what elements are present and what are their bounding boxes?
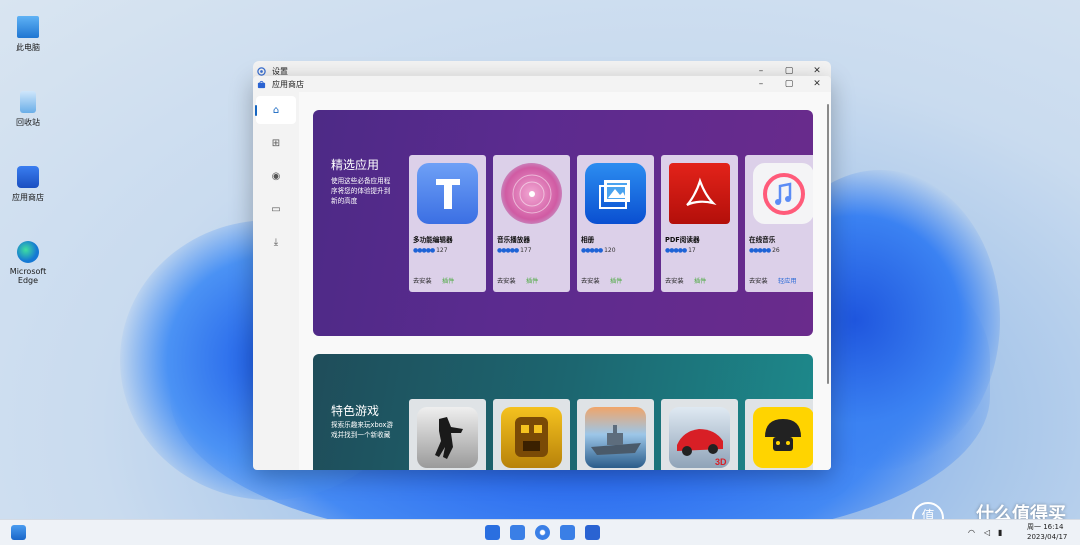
main-content[interactable]: 精选应用 使用这些必备应用程序将您的体验提升到新的高度 多功能编辑器 ●●●●●… <box>299 92 831 470</box>
app-type-tag: 插件 <box>694 278 707 285</box>
minimize-button[interactable]: – <box>747 79 775 89</box>
section-title: 特色游戏 <box>331 404 380 418</box>
app-rating: ●●●●● 26 <box>749 247 780 254</box>
app-name: 多功能编辑器 <box>413 236 453 244</box>
window-title: 应用商店 <box>272 79 304 89</box>
desktop-icon-label: 回收站 <box>16 118 40 127</box>
app-type-tag: 插件 <box>442 278 455 285</box>
app-name: 在线音乐 <box>749 236 776 244</box>
featured-games-banner: 特色游戏 探索乐趣来玩xbox游戏并找到一个新收藏 3D <box>313 354 813 470</box>
taskbar: ◠ ◁ ▮ 周一 16:14 2023/04/17 <box>0 519 1080 545</box>
maximize-button[interactable]: ▢ <box>775 66 803 76</box>
vertical-scrollbar[interactable] <box>827 104 829 384</box>
desktop-icon-label: 应用商店 <box>12 193 44 202</box>
app-rating: ●●●●● 17 <box>665 247 696 254</box>
app-name: 音乐播放器 <box>497 236 530 244</box>
app-store-window[interactable]: 应用商店 – ▢ ✕ ⌂ ⊞ ◉ ▭ ⤓ 精选应用 使用这些必备应用程序将您的体… <box>253 76 831 470</box>
app-name: PDF阅读器 <box>665 236 700 244</box>
gamepad-icon: ◉ <box>271 170 281 182</box>
photo-album-icon <box>585 163 646 224</box>
store-icon <box>257 80 266 89</box>
warship-icon <box>585 407 646 468</box>
app-card[interactable]: PDF阅读器 ●●●●● 17 去安装 插件 <box>661 155 738 292</box>
download-icon: ⤓ <box>273 236 279 248</box>
temple-run-icon <box>501 407 562 468</box>
section-title: 精选应用 <box>331 158 380 172</box>
desktop-icon-label: Microsoft Edge <box>9 267 47 285</box>
home-icon: ⌂ <box>272 104 280 116</box>
app-card[interactable]: 多功能编辑器 ●●●●● 127 去安装 插件 <box>409 155 486 292</box>
install-link[interactable]: 去安装 <box>749 276 768 285</box>
game-card[interactable] <box>409 399 486 470</box>
desktop-icon-label: 此电脑 <box>16 43 40 52</box>
nav-games[interactable]: ◉ <box>256 162 296 190</box>
nav-home[interactable]: ⌂ <box>255 96 296 124</box>
app-card[interactable]: 相册 ●●●●● 120 去安装 插件 <box>577 155 654 292</box>
store-icon[interactable] <box>585 525 600 540</box>
title-bar[interactable]: 应用商店 – ▢ ✕ <box>253 76 831 92</box>
install-link[interactable]: 去安装 <box>665 276 684 285</box>
pdf-icon <box>669 163 730 224</box>
wifi-icon[interactable]: ◠ <box>968 528 975 537</box>
folder-icon[interactable] <box>560 525 575 540</box>
computer-icon <box>17 16 39 38</box>
maximize-button[interactable]: ▢ <box>775 79 803 89</box>
game-card[interactable]: 3D <box>661 399 738 470</box>
clock-time[interactable]: 周一 16:14 <box>1027 522 1063 532</box>
desktop-icon-store[interactable]: 应用商店 <box>0 166 56 203</box>
section-description: 探索乐趣来玩xbox游戏并找到一个新收藏 <box>331 421 393 439</box>
nav-downloads[interactable]: ⤓ <box>256 228 296 256</box>
nav-library[interactable]: ▭ <box>256 195 296 223</box>
game-card[interactable] <box>745 399 813 470</box>
app-rating: ●●●●● 177 <box>497 247 532 254</box>
vinyl-record-icon <box>501 163 562 224</box>
install-link[interactable]: 去安装 <box>581 276 600 285</box>
close-button[interactable]: ✕ <box>803 66 831 76</box>
file-explorer-icon[interactable] <box>510 525 525 540</box>
start-icon[interactable] <box>485 525 500 540</box>
music-note-icon <box>753 163 813 224</box>
text-editor-icon <box>417 163 478 224</box>
app-rating: ●●●●● 127 <box>413 247 448 254</box>
gear-icon <box>257 66 266 76</box>
racing-car-icon: 3D <box>669 407 730 468</box>
app-type-tag: 轻应用 <box>778 278 797 285</box>
clock-date[interactable]: 2023/04/17 <box>1027 533 1067 541</box>
volume-icon[interactable]: ◁ <box>984 528 990 537</box>
window-title: 设置 <box>272 66 288 76</box>
battery-icon[interactable]: ▮ <box>998 528 1002 537</box>
install-link[interactable]: 去安装 <box>497 276 516 285</box>
app-type-tag: 插件 <box>526 278 539 285</box>
close-button[interactable]: ✕ <box>803 79 831 89</box>
desktop-icon-this-pc[interactable]: 此电脑 <box>0 16 56 53</box>
game-card[interactable] <box>577 399 654 470</box>
install-link[interactable]: 去安装 <box>413 276 432 285</box>
app-type-tag: 插件 <box>610 278 623 285</box>
app-card[interactable]: 音乐播放器 ●●●●● 177 去安装 插件 <box>493 155 570 292</box>
settings-gear-icon[interactable] <box>535 525 550 540</box>
section-description: 使用这些必备应用程序将您的体验提升到新的高度 <box>331 177 391 205</box>
counter-strike-icon <box>417 407 478 468</box>
desktop-icon-edge[interactable]: Microsoft Edge <box>0 241 56 285</box>
store-icon <box>17 166 39 188</box>
app-card[interactable]: 在线音乐 ●●●●● 26 去安装 轻应用 <box>745 155 813 292</box>
desktop-icon-recycle-bin[interactable]: 回收站 <box>0 91 56 128</box>
grid-icon: ⊞ <box>271 137 281 149</box>
app-rating: ●●●●● 120 <box>581 247 616 254</box>
mushroom-game-icon <box>753 407 813 468</box>
minimize-button[interactable]: – <box>747 66 775 76</box>
sidebar: ⌂ ⊞ ◉ ▭ ⤓ <box>253 92 299 470</box>
game-card[interactable] <box>493 399 570 470</box>
svg-text:3D: 3D <box>715 457 727 467</box>
recycle-bin-icon <box>20 91 36 113</box>
folder-icon: ▭ <box>271 203 281 215</box>
featured-apps-banner: 精选应用 使用这些必备应用程序将您的体验提升到新的高度 多功能编辑器 ●●●●●… <box>313 110 813 336</box>
edge-icon <box>17 241 39 263</box>
nav-apps[interactable]: ⊞ <box>256 129 296 157</box>
widgets-icon[interactable] <box>11 525 26 540</box>
app-name: 相册 <box>581 236 595 244</box>
